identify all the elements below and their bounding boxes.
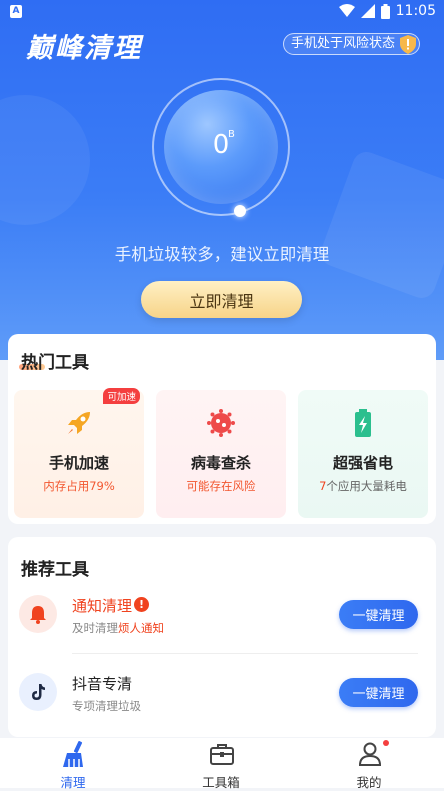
recommend-tools-card: 推荐工具 通知清理 ! 及时清理烦人通知 一键清理 抖音专清 专项清理垃圾 一键… [8,537,436,737]
hot-tools-title: 热门工具 [21,353,89,373]
battery-status-icon [380,3,390,19]
list-item-notification-clean[interactable]: 通知清理 ! 及时清理烦人通知 一键清理 [8,587,436,647]
tool-power-saving[interactable]: 超强省电 7个应用大量耗电 [298,390,428,518]
shield-warning-icon [400,35,416,54]
tool-name: 病毒查杀 [190,454,251,472]
divider [72,653,418,654]
wifi-icon [338,4,355,17]
tool-subtitle: 内存占用79% [43,479,115,493]
app-count-suffix: 个应用大量耗电 [326,479,407,493]
hot-tools-card: 热门工具 可加速 手机加速 内存占用79% 病毒查杀 可能存在风险 超强省电 7 [8,334,436,524]
bell-icon [30,606,46,624]
tiktok-icon [32,684,45,700]
status-time: 11:05 [395,3,436,19]
gauge-indicator-dot [234,205,246,217]
virus-icon [207,409,235,437]
bell-icon-wrap [19,595,57,633]
recommend-tools-title: 推荐工具 [21,560,89,580]
junk-size-unit: B [228,129,235,140]
nav-tab-mine[interactable]: 我的 [319,738,419,790]
bottom-nav: 清理 工具箱 我的 [0,738,444,790]
hero-header: A 11:05 巅峰清理 手机处于风险状态 0 B 手机垃圾较多，建议立即清理 … [0,0,444,360]
nav-label: 我的 [356,775,382,790]
one-click-clean-button[interactable]: 一键清理 [339,600,418,629]
app-title: 巅峰清理 [26,33,142,64]
risk-status-badge[interactable]: 手机处于风险状态 [282,33,420,55]
desc-highlight: 烦人通知 [118,621,164,635]
nav-tab-toolbox[interactable]: 工具箱 [171,738,271,790]
item-description: 专项清理垃圾 [72,699,141,713]
nav-label: 清理 [60,775,86,790]
item-title: 通知清理 [72,597,133,615]
tool-name: 手机加速 [48,454,109,472]
one-click-clean-button[interactable]: 一键清理 [339,678,418,707]
tool-subtitle: 7个应用大量耗电 [298,478,428,494]
tool-name: 超强省电 [332,454,393,472]
alert-icon: ! [134,597,149,612]
nav-label: 工具箱 [202,775,240,790]
desc-prefix: 及时清理 [72,621,118,635]
status-bar: A 11:05 [0,0,444,24]
item-title: 抖音专清 [72,675,133,693]
decorative-shape [317,148,444,302]
risk-status-text: 手机处于风险状态 [290,36,395,51]
signal-icon [360,4,375,18]
speedup-badge: 可加速 [103,388,140,404]
notification-dot [383,740,389,746]
decorative-circle [0,95,90,225]
nav-tab-clean[interactable]: 清理 [23,738,123,790]
tool-phone-speedup[interactable]: 可加速 手机加速 内存占用79% [14,388,144,518]
broom-icon [63,741,83,767]
battery-icon [355,409,371,437]
app-indicator-icon: A [10,5,22,18]
list-item-douyin-clean[interactable]: 抖音专清 专项清理垃圾 一键清理 [8,665,436,725]
item-description: 及时清理烦人通知 [72,620,164,636]
tiktok-icon-wrap [19,673,57,711]
rocket-icon [68,412,90,434]
junk-size-value: 0 [212,130,230,160]
tool-virus-scan[interactable]: 病毒查杀 可能存在风险 [156,390,286,518]
clean-now-button[interactable]: 立即清理 [141,281,302,318]
clean-hint-text: 手机垃圾较多，建议立即清理 [114,245,330,264]
toolbox-icon [210,744,234,765]
user-icon [358,742,382,766]
tool-subtitle: 可能存在风险 [186,479,256,493]
